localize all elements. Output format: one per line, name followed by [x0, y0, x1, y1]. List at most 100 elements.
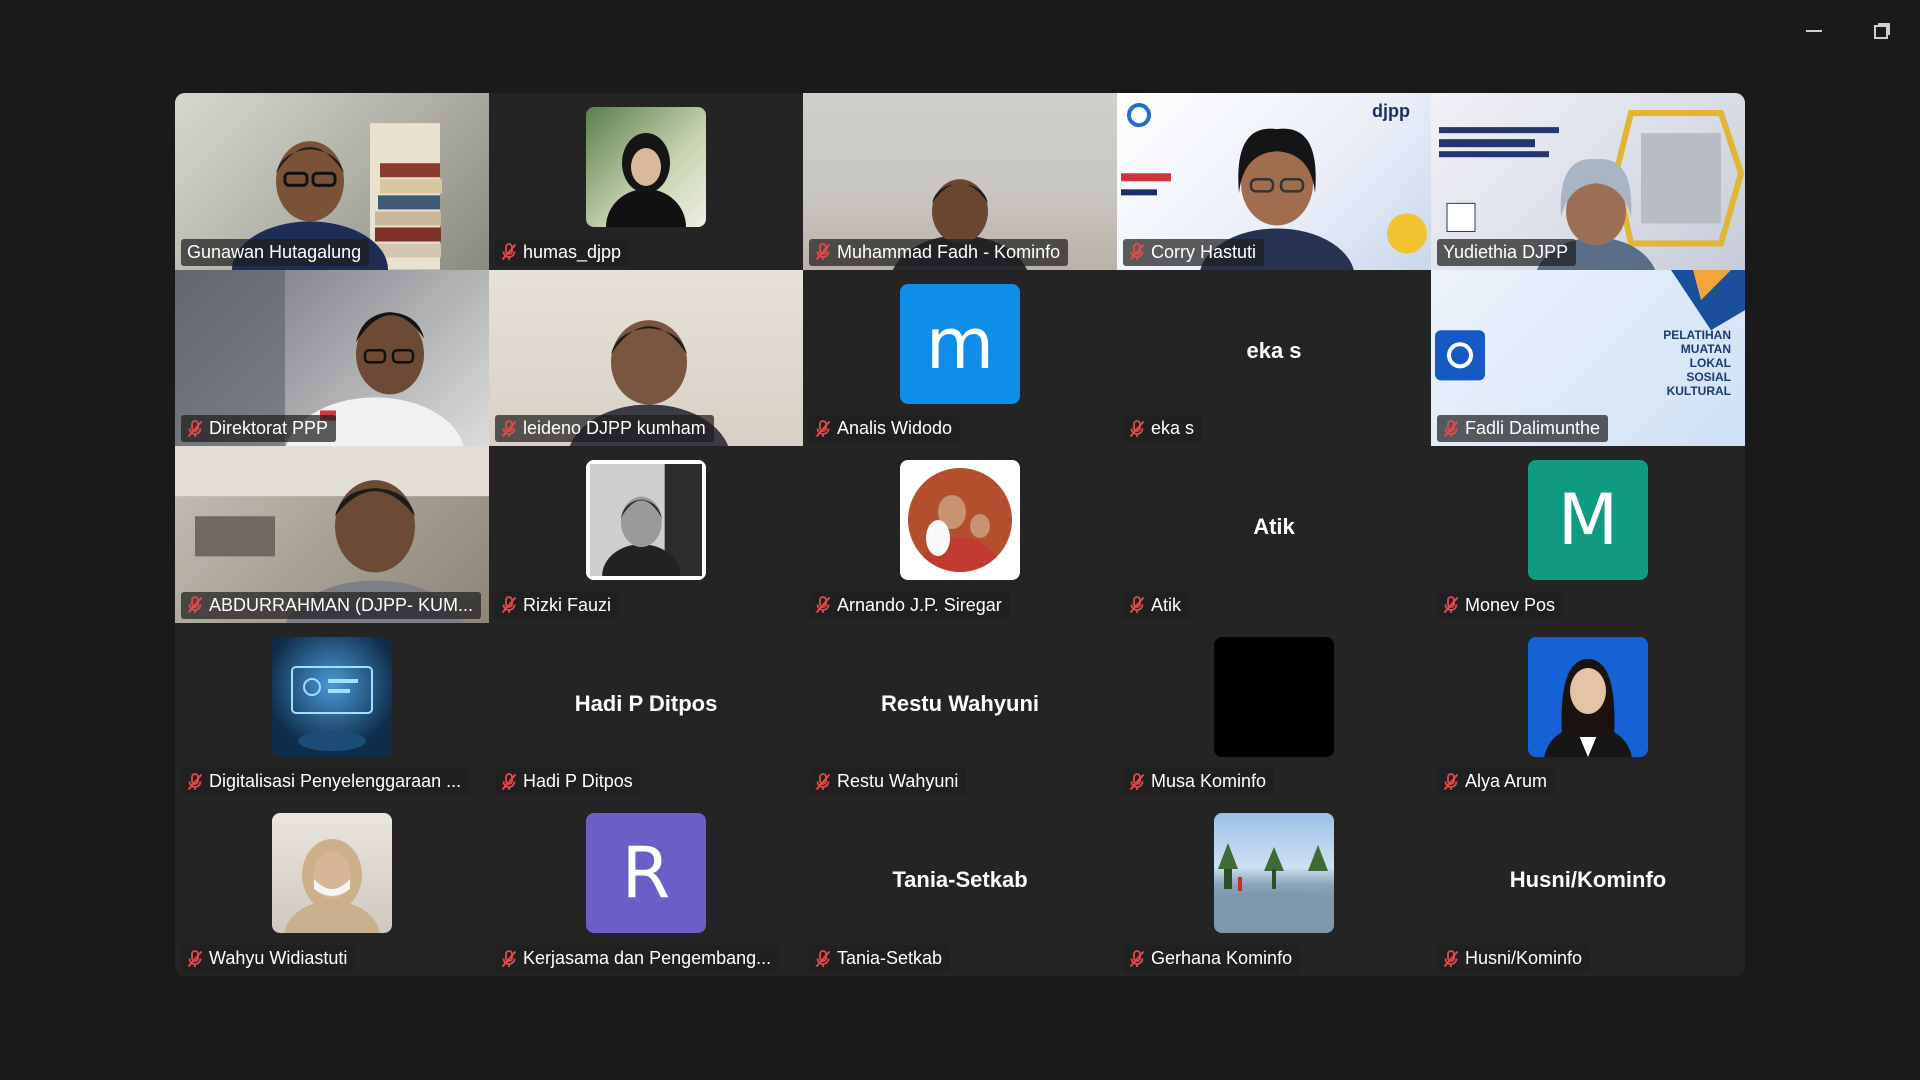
participant-name: Muhammad Fadh - Kominfo [837, 241, 1061, 262]
participant-name: Alya Arum [1465, 771, 1548, 792]
participant-name-tag: Tania-Setkab [809, 945, 951, 972]
participant-tile[interactable]: eka s eka s [1117, 269, 1431, 447]
participant-tile[interactable]: Tania-Setkab Tania-Setkab [803, 799, 1117, 976]
participant-name: Corry Hastuti [1151, 241, 1257, 262]
profile-picture [586, 460, 706, 581]
participant-name: Rizki Fauzi [523, 594, 612, 615]
minimize-icon [1806, 30, 1822, 32]
muted-mic-icon [1443, 949, 1459, 967]
participant-name-tag: Digitalisasi Penyelenggaraan ... [181, 768, 470, 796]
participant-name: Tania-Setkab [837, 948, 943, 968]
muted-mic-icon [187, 596, 203, 614]
participant-name: leideno DJPP kumham [523, 418, 706, 439]
restore-button[interactable] [1864, 16, 1900, 46]
participant-name: Fadli Dalimunthe [1465, 418, 1601, 439]
participant-name: Analis Widodo [837, 418, 953, 439]
muted-mic-icon [187, 949, 203, 967]
avatar-letter: m [925, 302, 995, 385]
participant-name: Musa Kominfo [1151, 771, 1267, 792]
participant-name: Yudiethia DJPP [1443, 241, 1569, 262]
participant-tile[interactable]: Gerhana Kominfo [1117, 799, 1431, 976]
display-name: eka s [1246, 337, 1302, 363]
participant-name-tag: Direktorat PPP [181, 415, 337, 443]
muted-mic-icon [1129, 419, 1145, 437]
participant-name: eka s [1151, 418, 1195, 439]
participant-name: Hadi P Ditpos [523, 771, 633, 792]
display-name: Atik [1253, 514, 1295, 540]
muted-mic-icon [1443, 419, 1459, 437]
profile-picture [900, 460, 1020, 581]
muted-mic-icon [501, 419, 517, 437]
participant-name-tag: humas_djpp [495, 238, 630, 266]
banner-line: LOKAL [1689, 355, 1731, 370]
participant-tile[interactable]: Alya Arum [1431, 622, 1745, 800]
participant-tile[interactable]: Rizki Fauzi [489, 446, 803, 623]
participant-name-tag: Fadli Dalimunthe [1437, 415, 1609, 443]
participant-tile[interactable]: R Kerjasama dan Pengembang... [489, 799, 803, 976]
participant-tile[interactable]: Yudiethia DJPP [1431, 93, 1745, 270]
participant-tile[interactable]: Hadi P Ditpos Hadi P Ditpos [489, 622, 803, 800]
participant-tile[interactable]: Restu Wahyuni Restu Wahyuni [803, 622, 1117, 800]
muted-mic-icon [501, 243, 517, 261]
participant-tile[interactable]: ABDURRAHMAN (DJPP- KUM... [175, 446, 489, 623]
participant-name-tag: Analis Widodo [809, 415, 961, 443]
participant-tile[interactable]: Musa Kominfo [1117, 622, 1431, 800]
participant-name-tag: Corry Hastuti [1123, 238, 1265, 266]
muted-mic-icon [1129, 949, 1145, 967]
letter-avatar: m [900, 283, 1020, 404]
participant-tile[interactable]: Atik Atik [1117, 446, 1431, 623]
banner-line: PELATIHAN [1663, 327, 1731, 342]
participant-tile[interactable]: Husni/Kominfo Husni/Kominfo [1431, 799, 1745, 976]
participant-name-tag: Alya Arum [1437, 768, 1556, 796]
muted-mic-icon [1443, 772, 1459, 791]
muted-mic-icon [815, 949, 831, 967]
participant-name-tag: leideno DJPP kumham [495, 415, 714, 443]
participant-tile[interactable]: m Analis Widodo [803, 269, 1117, 447]
participant-name-tag: Atik [1123, 591, 1190, 619]
participant-name-tag: Yudiethia DJPP [1437, 238, 1577, 266]
participant-name: Husni/Kominfo [1465, 948, 1583, 968]
muted-mic-icon [815, 772, 831, 791]
muted-mic-icon [815, 243, 831, 261]
banner-line: SOSIAL [1686, 369, 1731, 384]
participant-name-tag: Husni/Kominfo [1437, 945, 1591, 972]
muted-mic-icon [1129, 596, 1145, 614]
participant-tile[interactable]: djpp Corry Hastuti [1117, 93, 1431, 270]
muted-mic-icon [501, 949, 517, 967]
profile-picture [1214, 813, 1334, 934]
participant-name-tag: Muhammad Fadh - Kominfo [809, 238, 1069, 266]
participant-tile[interactable]: Muhammad Fadh - Kominfo [803, 93, 1117, 270]
participant-name-tag: Wahyu Widiastuti [181, 945, 356, 972]
participant-tile[interactable]: Arnando J.P. Siregar [803, 446, 1117, 623]
participant-tile[interactable]: humas_djpp [489, 93, 803, 270]
participant-name-tag: Musa Kominfo [1123, 768, 1275, 796]
letter-avatar: R [586, 813, 706, 934]
participant-tile[interactable]: Digitalisasi Penyelenggaraan ... [175, 622, 489, 800]
display-name: Restu Wahyuni [880, 690, 1040, 716]
participant-tile[interactable]: Gunawan Hutagalung [175, 93, 489, 270]
muted-mic-icon [187, 772, 203, 791]
participant-tile[interactable]: M Monev Pos [1431, 446, 1745, 623]
minimize-button[interactable] [1796, 16, 1832, 46]
muted-mic-icon [815, 596, 831, 614]
participant-name-tag: Hadi P Ditpos [495, 768, 641, 796]
participant-name: Restu Wahyuni [837, 771, 959, 792]
participant-name-tag: Monev Pos [1437, 591, 1564, 619]
avatar-letter: R [621, 832, 671, 915]
participant-name: Gunawan Hutagalung [187, 241, 362, 262]
participant-tile[interactable]: Wahyu Widiastuti [175, 799, 489, 976]
muted-mic-icon [1129, 243, 1145, 261]
participant-name: Arnando J.P. Siregar [837, 594, 1002, 615]
participant-tile[interactable]: Direktorat PPP [175, 269, 489, 447]
participant-name: Atik [1151, 594, 1182, 615]
profile-picture [586, 107, 706, 227]
participant-name: Gerhana Kominfo [1151, 948, 1293, 968]
participant-tile[interactable]: leideno DJPP kumham [489, 269, 803, 447]
display-name: Husni/Kominfo [1509, 867, 1667, 893]
participant-name-tag: Gunawan Hutagalung [181, 238, 370, 266]
letter-avatar: M [1528, 460, 1648, 581]
participant-name: Direktorat PPP [209, 418, 329, 439]
participant-tile[interactable]: PELATIHAN MUATAN LOKAL SOSIAL KULTURAL Fadli … [1431, 269, 1745, 447]
profile-picture [1214, 636, 1334, 757]
muted-mic-icon [1129, 772, 1145, 791]
